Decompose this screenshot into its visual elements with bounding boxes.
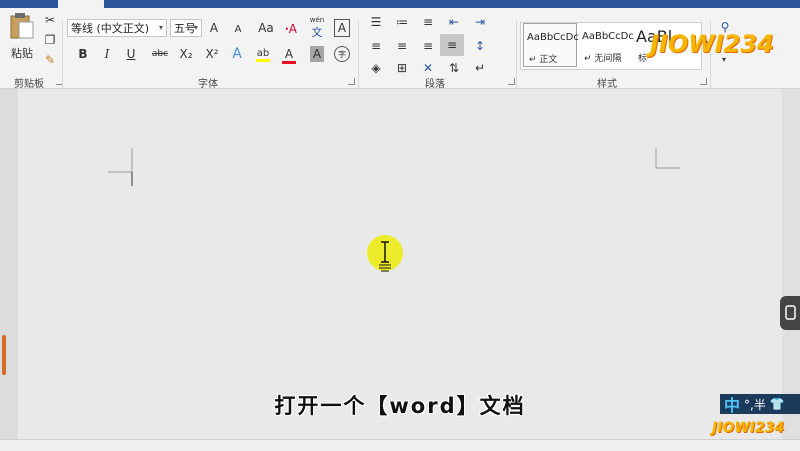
superscript-icon[interactable]: X²: [203, 46, 221, 62]
enclose-characters-button[interactable]: 字: [334, 46, 350, 62]
style-item-normal[interactable]: AaBbCcDc ↵ 正文: [523, 23, 579, 67]
clear-format-icon[interactable]: ꞏA: [284, 20, 298, 36]
increase-indent-icon[interactable]: ⇥: [470, 14, 490, 30]
font-group-label: 字体: [198, 79, 218, 90]
italic-icon[interactable]: I: [100, 46, 114, 62]
chinese-layout-icon[interactable]: ✕: [418, 60, 438, 76]
phonetic-label: wén: [309, 16, 325, 24]
style-name: ↵ 无间隔: [584, 54, 622, 64]
ime-mode[interactable]: 中: [724, 392, 740, 416]
chevron-down-icon: ▾: [158, 23, 163, 32]
paste-button[interactable]: 粘贴: [11, 45, 33, 61]
page-corner-mark-left: [108, 148, 133, 186]
tab-home-active[interactable]: [58, 0, 104, 8]
ruler-marker: [2, 335, 6, 375]
video-subtitle: 打开一个【word】文档: [274, 394, 526, 418]
strikethrough-icon[interactable]: abc: [150, 46, 170, 62]
align-left-icon[interactable]: ≡: [366, 38, 386, 54]
align-center-icon[interactable]: ≡: [392, 38, 412, 54]
font-size-value: 五号: [174, 22, 196, 35]
change-case-icon[interactable]: Aa: [256, 20, 276, 36]
shrink-font-icon[interactable]: A: [232, 21, 244, 37]
sort-icon[interactable]: ⇅: [444, 60, 464, 76]
style-name: 标: [638, 54, 648, 64]
separator: [62, 20, 63, 88]
font-color-button[interactable]: A: [282, 46, 296, 64]
font-color-icon: A: [284, 46, 294, 61]
clipboard-group-label: 剪贴板: [14, 79, 44, 90]
copy-icon[interactable]: ❐: [42, 32, 58, 48]
enclose-characters-icon: 字: [338, 49, 346, 59]
bold-icon[interactable]: B: [76, 46, 90, 62]
character-shading-icon: A: [312, 47, 322, 61]
character-border-button[interactable]: A: [334, 19, 350, 37]
side-panel-handle[interactable]: [780, 296, 800, 330]
show-marks-icon[interactable]: ↵: [470, 60, 490, 76]
font-family-value: 等线 (中文正文): [71, 22, 150, 35]
status-bar: [0, 439, 800, 451]
ime-symbols[interactable]: °,半: [744, 396, 766, 413]
grow-font-icon[interactable]: A: [207, 20, 221, 36]
shading-icon[interactable]: ◈: [366, 60, 386, 76]
subscript-icon[interactable]: X₂: [177, 46, 195, 62]
character-border-icon: A: [337, 21, 347, 35]
character-shading-button[interactable]: A: [310, 46, 324, 62]
paragraph-group-label: 段落: [425, 79, 445, 90]
justify-icon[interactable]: ≡: [440, 34, 464, 56]
document-canvas[interactable]: [0, 89, 800, 439]
phonetic-char: 文: [311, 26, 323, 39]
shirt-icon[interactable]: 👕: [770, 397, 785, 411]
separator: [516, 20, 517, 88]
page-corner-mark-right: [655, 148, 680, 169]
separator: [358, 20, 359, 88]
highlight-color-icon[interactable]: ab: [255, 46, 271, 64]
chevron-down-icon: ▾: [193, 23, 198, 32]
vertical-scrollbar[interactable]: [782, 89, 800, 439]
bullets-icon[interactable]: ☰: [366, 14, 386, 30]
multilevel-list-icon[interactable]: ≡: [418, 14, 438, 30]
text-effects-icon[interactable]: A: [230, 46, 244, 62]
cut-icon[interactable]: ✂: [42, 12, 58, 28]
paste-icon[interactable]: [8, 12, 36, 40]
numbering-icon[interactable]: ≔: [392, 14, 412, 30]
phonetic-guide-button[interactable]: wén 文: [307, 16, 327, 40]
ime-status-bar[interactable]: 中 °,半 👕: [720, 392, 800, 416]
align-right-icon[interactable]: ≡: [418, 38, 438, 54]
font-launcher-icon[interactable]: [348, 78, 355, 85]
watermark-logo-small: JIOWI234: [712, 420, 785, 436]
style-sample: AaBbCcDc: [582, 31, 634, 42]
styles-launcher-icon[interactable]: [700, 78, 707, 85]
font-size-combo[interactable]: 五号 ▾: [170, 19, 202, 37]
text-cursor-icon: [379, 241, 391, 272]
paragraph-launcher-icon[interactable]: [508, 78, 515, 85]
underline-icon[interactable]: U: [124, 46, 138, 62]
style-name: ↵ 正文: [529, 55, 558, 65]
borders-icon[interactable]: ⊞: [392, 60, 412, 76]
font-family-combo[interactable]: 等线 (中文正文) ▾: [67, 19, 167, 37]
line-spacing-icon[interactable]: ↕: [470, 38, 490, 54]
watermark-logo: JIOWI234: [650, 30, 774, 58]
title-bar: [0, 0, 800, 8]
style-sample: AaBbCcDc: [527, 32, 579, 43]
decrease-indent-icon[interactable]: ⇤: [444, 14, 464, 30]
styles-group-label: 样式: [597, 79, 617, 90]
vertical-ruler: [0, 89, 18, 439]
format-painter-icon[interactable]: ✎: [42, 52, 58, 68]
style-item-no-spacing[interactable]: AaBbCcDc ↵ 无间隔: [579, 23, 634, 67]
